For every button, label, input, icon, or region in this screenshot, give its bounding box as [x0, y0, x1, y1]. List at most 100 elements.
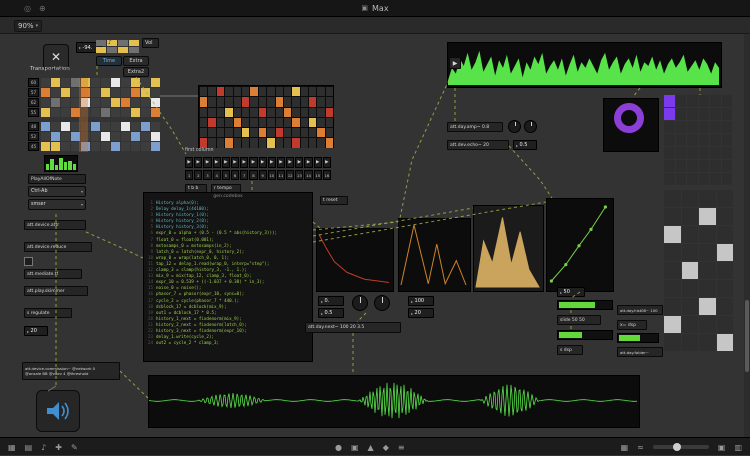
- cell[interactable]: [699, 298, 716, 315]
- cell[interactable]: 15: [314, 170, 322, 180]
- cell[interactable]: [687, 108, 698, 120]
- cell[interactable]: [699, 208, 716, 225]
- cell[interactable]: [301, 87, 308, 96]
- extra-button[interactable]: Extra: [123, 56, 149, 66]
- meter-icon[interactable]: ≈: [637, 443, 644, 452]
- cell[interactable]: [121, 98, 130, 107]
- folder-object[interactable]: att.day.folder~: [617, 347, 663, 357]
- cell[interactable]: [699, 147, 710, 159]
- cell[interactable]: [309, 108, 316, 117]
- cell[interactable]: [129, 47, 139, 53]
- cell[interactable]: [326, 118, 333, 127]
- cell[interactable]: [276, 87, 283, 96]
- cell[interactable]: [664, 226, 681, 243]
- cell[interactable]: [664, 147, 675, 159]
- cell[interactable]: [250, 97, 257, 106]
- cell[interactable]: [309, 97, 316, 106]
- patch-cord[interactable]: [633, 88, 640, 97]
- bar[interactable]: [59, 158, 62, 170]
- zoom-control[interactable]: 90% ▾: [14, 20, 42, 32]
- cell[interactable]: [217, 128, 224, 137]
- cell[interactable]: [326, 128, 333, 137]
- cell[interactable]: [717, 208, 734, 225]
- presentation-icon[interactable]: ▲: [368, 443, 374, 452]
- cell[interactable]: [687, 160, 698, 172]
- cell[interactable]: [250, 138, 257, 147]
- cell[interactable]: 13: [295, 170, 303, 180]
- cell[interactable]: [141, 132, 150, 141]
- cell[interactable]: [317, 97, 324, 106]
- patch-cord[interactable]: [86, 232, 143, 258]
- cell[interactable]: [317, 128, 324, 137]
- cell[interactable]: [284, 128, 291, 137]
- cell[interactable]: [151, 142, 160, 151]
- play-button-row[interactable]: ▶▶▶▶▶▶▶▶▶▶▶▶▶▶▶▶: [185, 157, 331, 168]
- cell[interactable]: [276, 97, 283, 106]
- cell[interactable]: [259, 108, 266, 117]
- bar[interactable]: [68, 161, 71, 170]
- cell[interactable]: [664, 121, 675, 133]
- cell[interactable]: [717, 190, 734, 207]
- cell[interactable]: [61, 88, 70, 97]
- cell[interactable]: [51, 88, 60, 97]
- cell[interactable]: [131, 132, 140, 141]
- cell[interactable]: 10: [268, 170, 276, 180]
- cell[interactable]: [111, 142, 120, 151]
- cell[interactable]: [91, 98, 100, 107]
- cell[interactable]: [51, 78, 60, 87]
- cell[interactable]: [699, 160, 710, 172]
- cell[interactable]: [722, 134, 733, 146]
- cell[interactable]: [91, 142, 100, 151]
- cell[interactable]: [664, 262, 681, 279]
- wrench-icon[interactable]: ◆: [383, 443, 389, 452]
- cell[interactable]: [51, 132, 60, 141]
- cell[interactable]: [121, 88, 130, 97]
- cell[interactable]: [225, 128, 232, 137]
- numbox-4[interactable]: ▸20: [408, 308, 434, 318]
- cell[interactable]: [101, 108, 110, 117]
- cell[interactable]: [722, 121, 733, 133]
- cell[interactable]: [61, 122, 70, 131]
- cell[interactable]: [676, 108, 687, 120]
- dial-a[interactable]: [508, 120, 521, 133]
- cell[interactable]: [96, 47, 106, 53]
- cell[interactable]: [250, 118, 257, 127]
- cell[interactable]: [101, 122, 110, 131]
- cell[interactable]: [682, 298, 699, 315]
- time-button[interactable]: Time: [96, 56, 122, 66]
- cell[interactable]: [664, 244, 681, 261]
- dial-c[interactable]: [352, 295, 368, 311]
- bar[interactable]: [73, 164, 76, 170]
- cell[interactable]: [208, 87, 215, 96]
- volume-slider[interactable]: [653, 445, 709, 449]
- cell[interactable]: [710, 147, 721, 159]
- cell[interactable]: ▶: [268, 157, 276, 168]
- add-object-icon[interactable]: ✚: [55, 443, 62, 452]
- add-icon[interactable]: ⊕: [39, 4, 46, 13]
- cell[interactable]: [664, 173, 675, 185]
- cell[interactable]: [664, 160, 675, 172]
- cell[interactable]: [699, 262, 716, 279]
- cell[interactable]: [250, 108, 257, 117]
- cell[interactable]: [101, 78, 110, 87]
- cell[interactable]: [208, 118, 215, 127]
- cell[interactable]: [722, 95, 733, 107]
- vertical-scrollbar[interactable]: [744, 34, 750, 437]
- cell[interactable]: [284, 87, 291, 96]
- commission-object[interactable]: att.device.commission~ @network 0 @onsal…: [22, 362, 120, 380]
- cell[interactable]: [111, 132, 120, 141]
- cell[interactable]: [131, 98, 140, 107]
- cell[interactable]: [292, 118, 299, 127]
- cell[interactable]: [151, 108, 160, 117]
- cell[interactable]: 6: [231, 170, 239, 180]
- cell[interactable]: [710, 108, 721, 120]
- cell[interactable]: [699, 226, 716, 243]
- cell[interactable]: [242, 87, 249, 96]
- slide-object[interactable]: slide 50 50: [557, 315, 601, 325]
- cell[interactable]: [242, 138, 249, 147]
- cell[interactable]: [61, 78, 70, 87]
- cell[interactable]: [41, 132, 50, 141]
- note-grid-1[interactable]: [41, 78, 160, 117]
- cell[interactable]: [141, 88, 150, 97]
- cell[interactable]: [111, 108, 120, 117]
